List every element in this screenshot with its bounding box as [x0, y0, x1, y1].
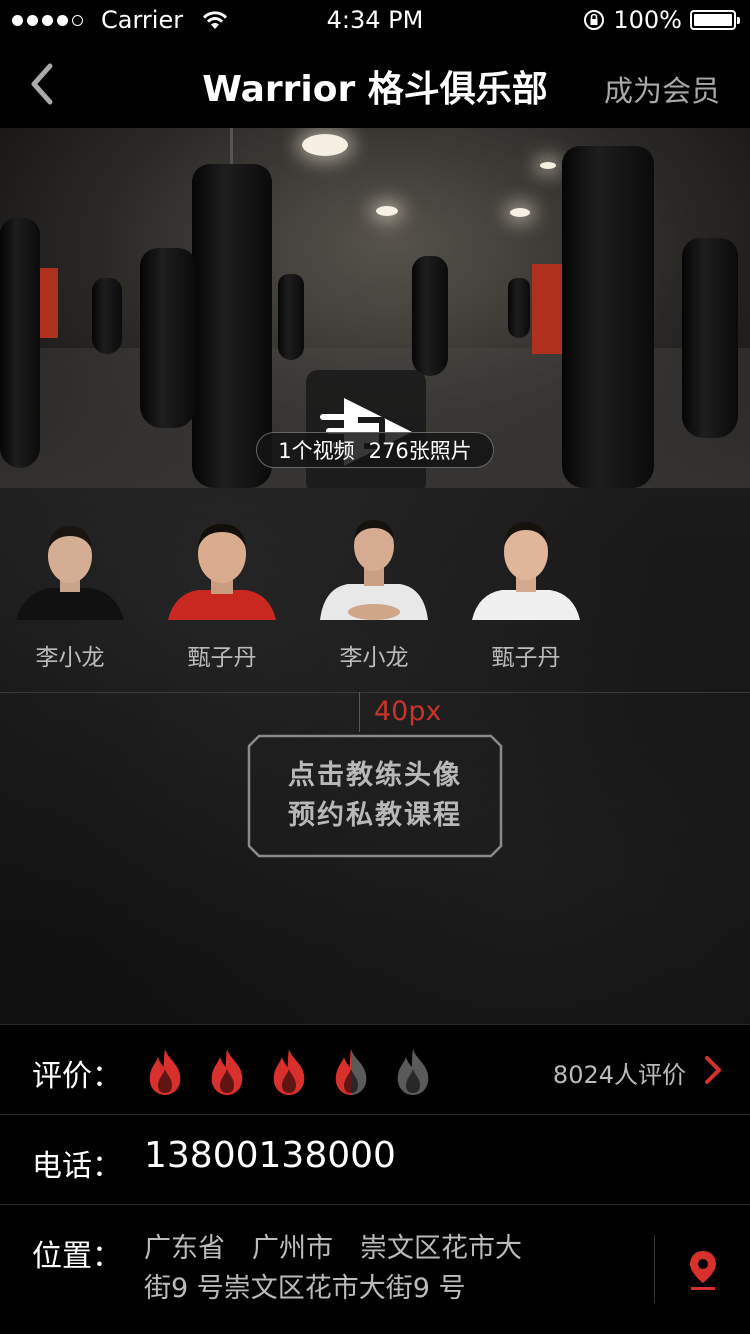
ceiling-light	[376, 206, 398, 216]
phone-number[interactable]: 13800138000	[144, 1135, 396, 1176]
rating-flames	[142, 1047, 436, 1097]
bag-chain	[230, 128, 233, 168]
flame-icon	[211, 1049, 243, 1095]
coach-avatar[interactable]	[16, 508, 124, 620]
rating-label: 评价：	[32, 1059, 122, 1094]
hint-line-2: 预约私教课程	[288, 800, 462, 831]
coach-avatar[interactable]	[472, 508, 580, 620]
flame-icon	[273, 1049, 305, 1095]
flame-icon	[149, 1049, 181, 1095]
punching-bag	[682, 238, 738, 438]
location-label: 位置：	[32, 1239, 122, 1274]
location-address: 广东省 广州市 崇文区花市大街9 号崇文区花市大街9 号	[144, 1233, 522, 1304]
become-member-button[interactable]: 成为会员	[604, 68, 720, 110]
punching-bag	[412, 256, 448, 376]
coach-card[interactable]: 甄子丹	[470, 508, 582, 672]
punching-bag	[508, 278, 530, 338]
spacing-annotation: 40px	[374, 696, 442, 727]
play-video-button[interactable]	[306, 370, 426, 488]
punching-bag	[92, 278, 122, 354]
punching-bag	[562, 146, 654, 488]
coach-card[interactable]: 李小龙	[318, 508, 430, 672]
map-pin-icon[interactable]	[688, 1249, 718, 1291]
booking-hint: 点击教练头像 预约私教课程	[247, 734, 503, 858]
phone-label: 电话：	[32, 1149, 122, 1184]
coach-card[interactable]: 李小龙	[14, 508, 126, 672]
coach-avatar[interactable]	[320, 508, 428, 620]
hint-text: 点击教练头像 预约私教课程	[247, 756, 503, 836]
phone-row[interactable]: 电话： 13800138000	[0, 1114, 750, 1204]
location-divider	[654, 1235, 655, 1303]
photo-count: 276张照片	[368, 439, 472, 463]
punching-bag	[0, 218, 40, 468]
location-row[interactable]: 位置： 广东省 广州市 崇文区花市大街9 号崇文区花市大街9 号	[0, 1204, 750, 1334]
media-count-badge[interactable]: 1个视频 276张照片	[256, 432, 494, 468]
ceiling-light	[302, 134, 348, 156]
gym-media-banner[interactable]: 1个视频 276张照片	[0, 128, 750, 488]
coach-name: 甄子丹	[491, 645, 561, 671]
punching-bag	[140, 248, 196, 428]
status-right: 100%	[583, 6, 740, 34]
flame-icon	[397, 1049, 429, 1095]
coach-avatar[interactable]	[168, 508, 276, 620]
rating-count[interactable]: 8024人评价	[553, 1055, 686, 1090]
hint-line-1: 点击教练头像	[288, 760, 462, 791]
coach-name: 李小龙	[339, 645, 409, 671]
video-count: 1个视频	[278, 439, 355, 463]
coach-card[interactable]: 甄子丹	[166, 508, 278, 672]
coach-name: 甄子丹	[187, 645, 257, 671]
wall-pad	[532, 264, 566, 354]
ceiling-light	[510, 208, 530, 217]
chevron-right-icon[interactable]	[704, 1055, 722, 1085]
status-bar: Carrier 4:34 PM 100%	[0, 0, 750, 40]
navigation-bar: Warrior 格斗俱乐部 成为会员	[0, 40, 750, 128]
coach-name: 李小龙	[35, 645, 105, 671]
coach-section: 李小龙 甄子丹 李小龙 甄子丹 40px 点击教练头像 预约私教课程	[0, 488, 750, 1024]
battery-icon	[690, 10, 740, 30]
flame-icon	[335, 1049, 367, 1095]
spacing-marker	[359, 692, 360, 732]
play-icon	[320, 398, 412, 466]
punching-bag	[278, 274, 304, 360]
section-divider	[0, 692, 750, 693]
ceiling-light	[540, 162, 556, 169]
battery-percent: 100%	[613, 6, 682, 34]
rating-row[interactable]: 评价： 8024人评价	[0, 1024, 750, 1114]
orientation-lock-icon	[584, 10, 605, 30]
